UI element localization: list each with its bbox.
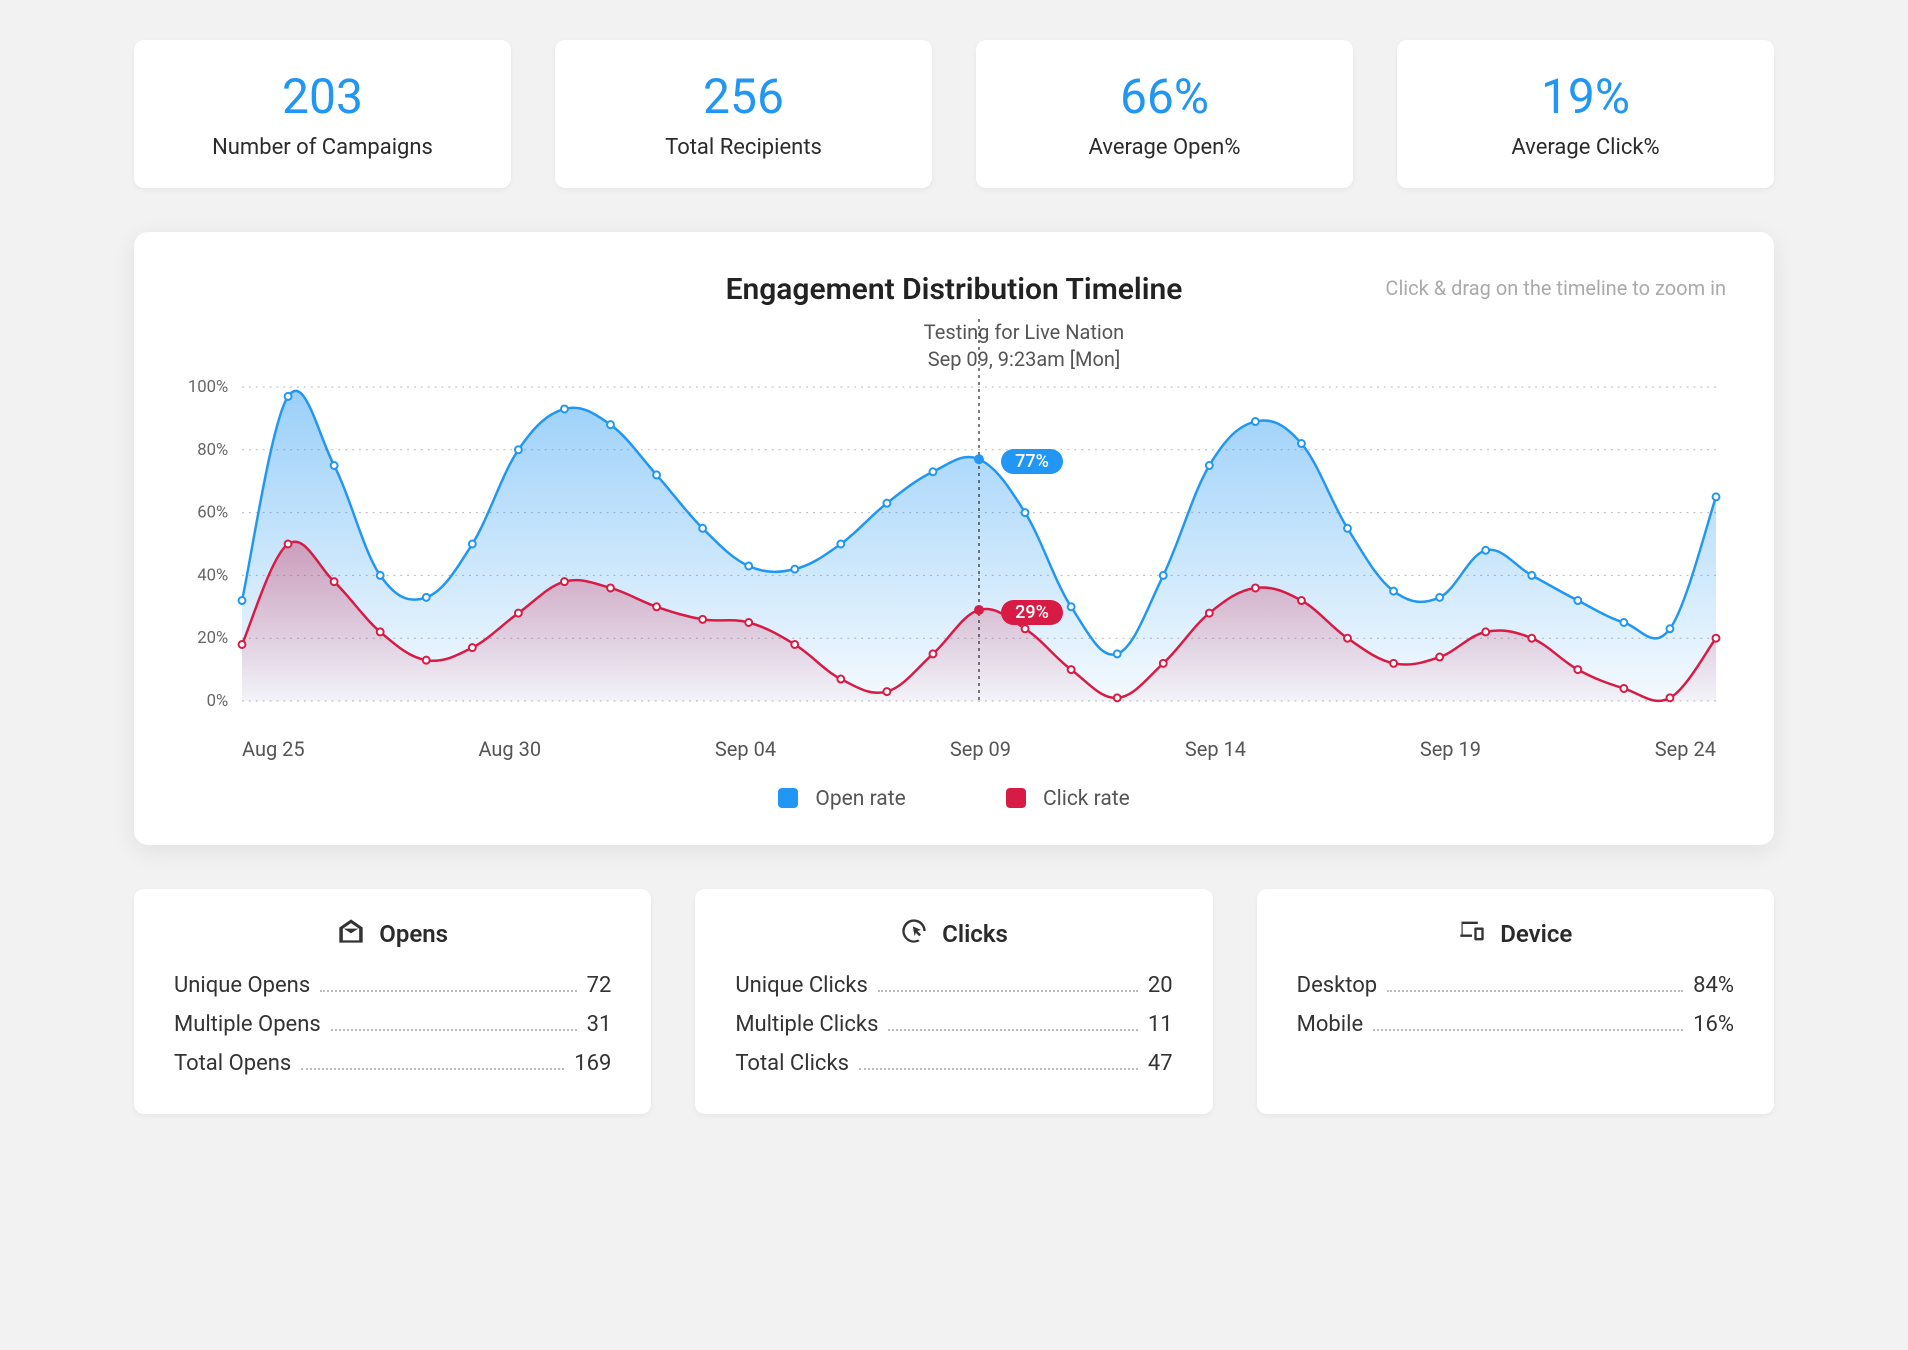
tooltip-line-1: Testing for Live Nation bbox=[322, 319, 1726, 346]
stat-key: Total Opens bbox=[174, 1051, 291, 1076]
chart-legend: Open rate Click rate bbox=[182, 787, 1726, 811]
svg-text:80%: 80% bbox=[197, 440, 228, 460]
svg-text:20%: 20% bbox=[197, 628, 228, 648]
envelope-open-icon bbox=[337, 917, 365, 951]
tooltip-open-pill: 77% bbox=[1001, 449, 1063, 474]
chart-tooltip: Testing for Live Nation Sep 09, 9:23am [… bbox=[322, 319, 1726, 373]
device-card-title: Device bbox=[1500, 920, 1572, 948]
stat-row-multiple-clicks: Multiple Clicks 11 bbox=[735, 1012, 1172, 1037]
clicks-card: Clicks Unique Clicks 20 Multiple Clicks … bbox=[695, 889, 1212, 1114]
stat-value: 11 bbox=[1148, 1012, 1173, 1037]
clicks-card-title: Clicks bbox=[942, 920, 1008, 948]
stat-key: Desktop bbox=[1297, 973, 1378, 998]
stat-value: 47 bbox=[1148, 1051, 1173, 1076]
kpi-label: Average Open% bbox=[996, 135, 1333, 160]
stat-value: 72 bbox=[587, 973, 612, 998]
stats-row: Opens Unique Opens 72 Multiple Opens 31 … bbox=[134, 889, 1774, 1114]
legend-label-open: Open rate bbox=[815, 787, 905, 811]
stat-key: Unique Clicks bbox=[735, 973, 868, 998]
stat-row-mobile: Mobile 16% bbox=[1297, 1012, 1734, 1037]
tooltip-click-pill: 29% bbox=[1001, 600, 1063, 625]
chart-x-axis-labels: Aug 25 Aug 30 Sep 04 Sep 09 Sep 14 Sep 19 Sep … bbox=[242, 737, 1716, 761]
legend-item-click: Click rate bbox=[1006, 787, 1130, 811]
kpi-card-click-rate: 19% Average Click% bbox=[1397, 40, 1774, 188]
devices-icon bbox=[1458, 917, 1486, 951]
x-tick-label: Aug 30 bbox=[478, 737, 541, 761]
stat-row-multiple-opens: Multiple Opens 31 bbox=[174, 1012, 611, 1037]
kpi-card-campaigns: 203 Number of Campaigns bbox=[134, 40, 511, 188]
legend-swatch-click bbox=[1006, 788, 1026, 808]
svg-text:40%: 40% bbox=[197, 565, 228, 585]
stat-value: 16% bbox=[1693, 1012, 1734, 1037]
cursor-click-icon bbox=[900, 917, 928, 951]
device-card-header: Device bbox=[1297, 917, 1734, 951]
chart-plot-area[interactable]: 0%20%40%60%80%100% 77% 29% bbox=[242, 379, 1716, 719]
chart-zoom-hint: Click & drag on the timeline to zoom in bbox=[1385, 276, 1726, 300]
stat-row-total-opens: Total Opens 169 bbox=[174, 1051, 611, 1076]
kpi-value: 256 bbox=[575, 68, 912, 125]
stat-key: Unique Opens bbox=[174, 973, 310, 998]
x-tick-label: Sep 04 bbox=[715, 737, 776, 761]
kpi-row: 203 Number of Campaigns 256 Total Recipi… bbox=[134, 40, 1774, 188]
x-tick-label: Aug 25 bbox=[242, 737, 305, 761]
svg-text:0%: 0% bbox=[207, 691, 229, 711]
kpi-label: Number of Campaigns bbox=[154, 135, 491, 160]
kpi-card-recipients: 256 Total Recipients bbox=[555, 40, 932, 188]
svg-text:100%: 100% bbox=[188, 377, 228, 397]
kpi-value: 66% bbox=[996, 68, 1333, 125]
stat-row-total-clicks: Total Clicks 47 bbox=[735, 1051, 1172, 1076]
stat-key: Multiple Clicks bbox=[735, 1012, 878, 1037]
stat-key: Mobile bbox=[1297, 1012, 1363, 1037]
stat-row-unique-opens: Unique Opens 72 bbox=[174, 973, 611, 998]
stat-value: 169 bbox=[574, 1051, 611, 1076]
stat-value: 20 bbox=[1148, 973, 1173, 998]
kpi-value: 203 bbox=[154, 68, 491, 125]
stat-key: Total Clicks bbox=[735, 1051, 849, 1076]
kpi-card-open-rate: 66% Average Open% bbox=[976, 40, 1353, 188]
kpi-label: Total Recipients bbox=[575, 135, 912, 160]
clicks-card-header: Clicks bbox=[735, 917, 1172, 951]
stat-key: Multiple Opens bbox=[174, 1012, 321, 1037]
kpi-label: Average Click% bbox=[1417, 135, 1754, 160]
chart-title: Engagement Distribution Timeline bbox=[726, 272, 1183, 307]
kpi-value: 19% bbox=[1417, 68, 1754, 125]
x-tick-label: Sep 14 bbox=[1185, 737, 1246, 761]
stat-row-desktop: Desktop 84% bbox=[1297, 973, 1734, 998]
svg-text:60%: 60% bbox=[197, 502, 228, 522]
legend-item-open: Open rate bbox=[778, 787, 906, 811]
x-tick-label: Sep 19 bbox=[1420, 737, 1481, 761]
engagement-chart-card: Engagement Distribution Timeline Click &… bbox=[134, 232, 1774, 845]
legend-label-click: Click rate bbox=[1043, 787, 1130, 811]
opens-card-title: Opens bbox=[379, 920, 448, 948]
stat-value: 84% bbox=[1693, 973, 1734, 998]
stat-row-unique-clicks: Unique Clicks 20 bbox=[735, 973, 1172, 998]
x-tick-label: Sep 24 bbox=[1655, 737, 1716, 761]
opens-card-header: Opens bbox=[174, 917, 611, 951]
x-tick-label: Sep 09 bbox=[950, 737, 1011, 761]
legend-swatch-open bbox=[778, 788, 798, 808]
device-card: Device Desktop 84% Mobile 16% bbox=[1257, 889, 1774, 1114]
opens-card: Opens Unique Opens 72 Multiple Opens 31 … bbox=[134, 889, 651, 1114]
tooltip-line-2: Sep 09, 9:23am [Mon] bbox=[322, 346, 1726, 373]
stat-value: 31 bbox=[587, 1012, 612, 1037]
